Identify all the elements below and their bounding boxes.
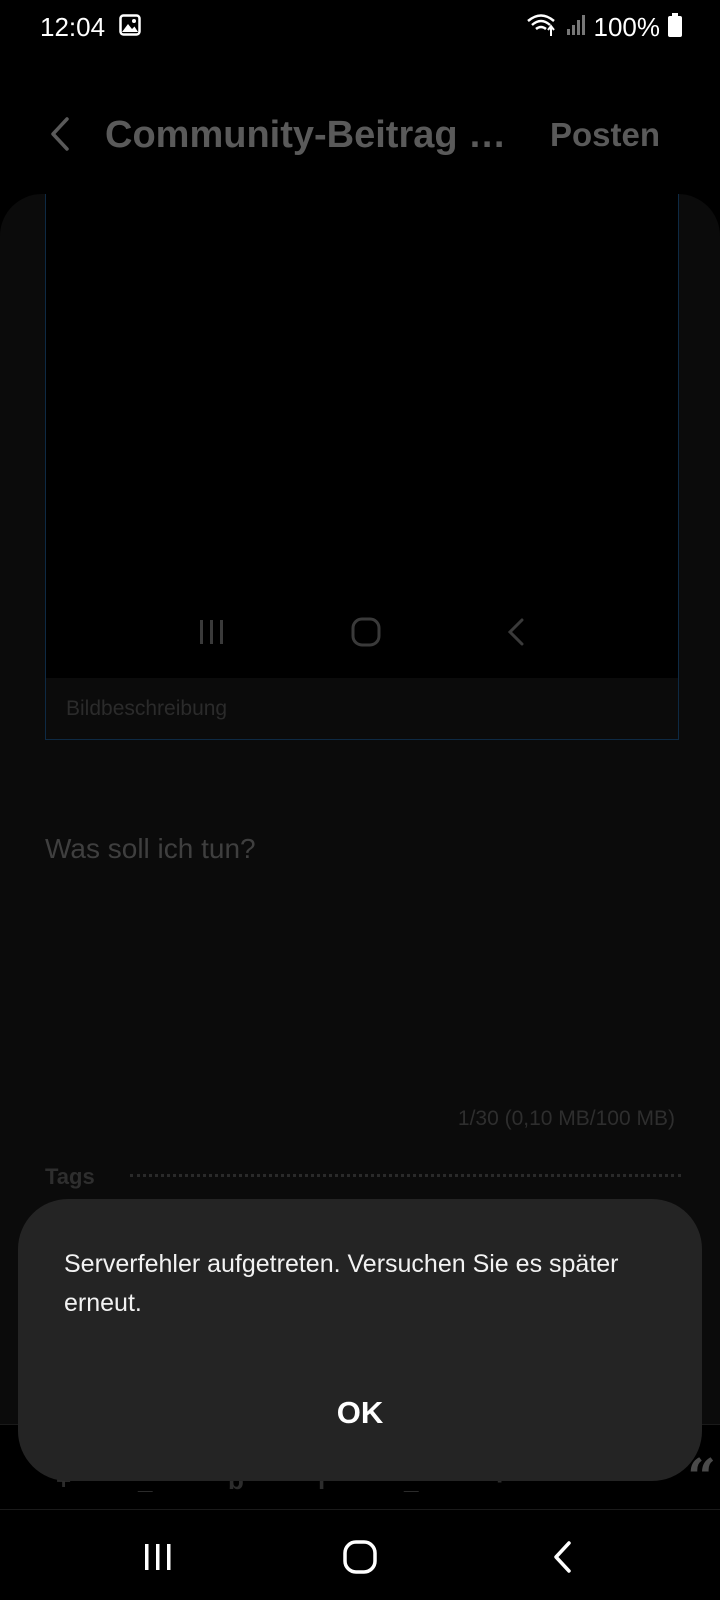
recents-nav-icon [145,1544,171,1570]
page-title: Community-Beitrag sc... [105,114,525,156]
back-nav-icon [554,1541,571,1573]
post-button[interactable]: Posten [550,116,660,154]
recents-icon [197,618,227,651]
tags-label: Tags [45,1164,95,1189]
ok-button[interactable]: OK [310,1385,410,1441]
attached-image[interactable]: Bildbeschreibung [45,194,679,740]
status-time: 12:04 [40,11,106,42]
signal-icon [566,14,586,41]
image-caption-placeholder: Bildbeschreibung [66,697,228,720]
home-button[interactable] [330,1532,390,1582]
status-bar: 12:04 100% [0,0,720,54]
screen: 12:04 100% Community-Beitrag sc... Poste… [0,0,720,1600]
home-icon [350,616,382,653]
wifi-icon [526,12,558,43]
error-dialog: Serverfehler aufgetreten. Versuchen Sie … [18,1199,702,1481]
back-nav-button[interactable] [532,1532,592,1582]
app-bar: Community-Beitrag sc... Posten [0,96,720,176]
back-button[interactable] [38,112,82,156]
status-right: 100% [526,11,682,43]
post-body-input[interactable]: Was soll ich tun? [45,833,256,865]
battery-percentage: 100% [593,11,661,42]
chevron-left-icon [51,117,69,151]
tags-input[interactable] [130,1174,681,1177]
battery-icon [668,12,682,42]
status-left: 12:04 [40,12,141,43]
gallery-notification-icon [119,13,141,41]
dialog-message: Serverfehler aufgetreten. Versuchen Sie … [64,1250,619,1317]
recents-button[interactable] [128,1532,188,1582]
screenshot-nav-bar [46,599,678,669]
image-caption-field[interactable]: Bildbeschreibung [46,678,678,739]
system-nav-bar [0,1510,720,1600]
back-icon [505,617,527,652]
home-nav-icon [343,1540,377,1574]
attachment-counter: 1/30 (0,10 MB/100 MB) [457,1107,675,1130]
